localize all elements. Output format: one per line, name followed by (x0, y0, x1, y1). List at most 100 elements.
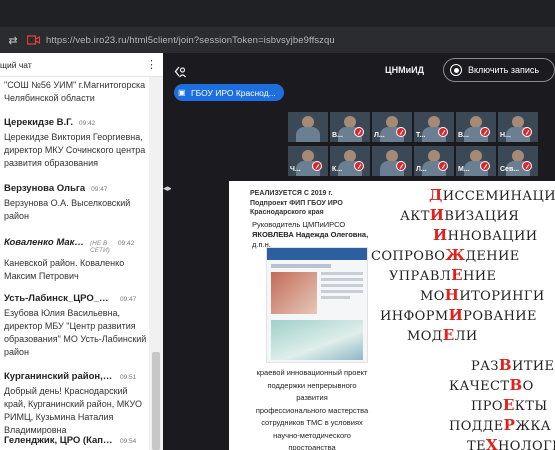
acrostic-word-list: ДИССЕМИНАЦИЯ АКТИВИЗАЦИЯ ИННОВАЦИИ СОПРО… (369, 181, 555, 450)
muted-icon (396, 127, 406, 137)
description-line: сотрудников ТМС в условиях (261, 418, 363, 427)
message-text: Верзунова О.А. Выселковский район (4, 198, 131, 221)
video-tile[interactable]: В... (330, 112, 370, 142)
description-line: краевой инновационный проект (256, 368, 368, 377)
chat-message: Курганинский район, Р... 09:51 Добрый де… (4, 371, 147, 437)
sender-name: Верзунова Ольга (4, 183, 86, 194)
sender-name: Усть-Лабинск_ЦРО_Ез... (4, 293, 114, 304)
acrostic-word: АКТИВИЗАЦИЯ (400, 206, 520, 224)
description-line: профессионального мастерства (255, 405, 369, 415)
chat-message-list[interactable]: "СОШ №56 УИМ" г.Магнитогорска Челябинско… (0, 77, 149, 450)
intro-line: РЕАЛИЗУЕТСЯ С 2019 г. (250, 190, 333, 197)
message-text: Добрый день! Краснодарский край, Кургани… (4, 386, 142, 435)
leave-session-icon[interactable] (174, 65, 188, 79)
video-tile[interactable]: Н... (498, 112, 538, 142)
meeting-title: ЦНМиИД (385, 65, 424, 75)
participant-name: М... (458, 166, 470, 173)
muted-icon (396, 161, 406, 171)
room-icon: ▣ (178, 88, 186, 97)
chat-message: Церекидзе В.Г. 09:42 Церекидзе Виктория … (4, 117, 147, 170)
acrostic-word: СОПРОВОЖДЕНИЕ (371, 246, 520, 264)
url-text[interactable]: https://veb.iro23.ru/html5client/join?se… (46, 35, 335, 46)
breakout-room-label: ГБОУ ИРО Краснод... (191, 87, 276, 98)
participant-name: Ч... (290, 166, 301, 173)
chat-message: Верзунова Ольга 09:47 Верзунова О.А. Выс… (4, 183, 147, 223)
video-tile[interactable] (372, 146, 412, 176)
muted-icon (522, 127, 532, 137)
sender-name: Коваленко Макс... (4, 237, 86, 248)
participant-name: В... (332, 132, 343, 139)
chat-header: щий чат ⋮ (0, 53, 163, 77)
acrostic-word: ТЕХНОЛОГИИ (467, 436, 555, 450)
chat-message: Коваленко Макс... (НЕ В СЕТИ) 09:42 Кане… (4, 237, 147, 283)
start-recording-button[interactable]: Включить запись (443, 58, 555, 82)
slide-left-column: РЕАЛИЗУЕТСЯ С 2019 г. Подпроект ФИП ГБОУ… (229, 181, 368, 450)
camera-icon[interactable] (26, 33, 40, 47)
message-text: Каневской район. Коваленко Максим Петров… (4, 258, 125, 281)
acrostic-word: УПРАВЛЕНИЕ (389, 266, 497, 284)
more-options-icon[interactable]: ⋮ (146, 58, 157, 71)
acrostic-word: ДИССЕМИНАЦИЯ (429, 186, 555, 204)
presentation-slide: РЕАЛИЗУЕТСЯ С 2019 г. Подпроект ФИП ГБОУ… (229, 181, 555, 450)
acrostic-word: ПОДДЕРЖКА (449, 416, 552, 434)
acrostic-word: МОНИТОРИНГИ (420, 286, 545, 304)
record-icon (450, 64, 462, 76)
muted-icon (354, 127, 364, 137)
chat-message: "СОШ №56 УИМ" г.Магнитогорска Челябинско… (4, 79, 147, 105)
video-tile[interactable]: Л... (372, 112, 412, 142)
muted-icon (522, 161, 532, 171)
description-line: развития (296, 393, 328, 402)
swap-icon[interactable]: ⇄ (6, 33, 20, 47)
record-label: Включить запись (468, 65, 540, 75)
muted-icon (480, 127, 490, 137)
video-tile[interactable]: Ч... (288, 146, 328, 176)
message-time: 09:54 (120, 438, 137, 445)
message-time: 09:42 (79, 120, 96, 127)
scrollbar-thumb[interactable] (152, 352, 160, 450)
video-tile[interactable]: Т... (414, 112, 454, 142)
breakout-room-pill[interactable]: ▣ ГБОУ ИРО Краснод... (174, 84, 284, 101)
acrostic-word: ИННОВАЦИИ (433, 226, 538, 244)
acrostic-word: КАЧЕСТВО (449, 376, 534, 394)
participant-name: Т... (416, 132, 426, 139)
muted-icon (438, 161, 448, 171)
muted-icon (480, 161, 490, 171)
description-line: пространства (288, 443, 336, 450)
chat-title: щий чат (0, 59, 32, 70)
participant-name: Сев... (500, 166, 520, 173)
video-tile[interactable]: В... (456, 112, 496, 142)
video-tile[interactable] (288, 112, 328, 142)
message-text: Церекидзе Виктория Георгиевна, директор … (4, 132, 146, 168)
acrostic-word: МОДЕЛИ (407, 326, 478, 344)
video-tile[interactable]: К... (330, 146, 370, 176)
lead-role: Руководитель ЦМПиИРСО (252, 220, 346, 229)
chat-message: Усть-Лабинск_ЦРО_Ез... 09:47 Езубова Юли… (4, 293, 147, 359)
slide-project-description: краевой инновационный проект поддержки н… (244, 367, 380, 450)
sender-name: Курганинский район, Р... (4, 371, 114, 382)
panel-resizer[interactable]: ◂▸ (163, 53, 172, 450)
screen: ⇄ https://veb.iro23.ru/html5client/join?… (0, 0, 555, 450)
acrostic-word: ИНФОРМИРОВАНИЕ (380, 306, 537, 324)
slide-intro: РЕАЛИЗУЕТСЯ С 2019 г. Подпроект ФИП ГБОУ… (250, 189, 343, 218)
description-line: научно-методического (273, 430, 351, 440)
participant-name: Л... (374, 132, 385, 139)
video-tile[interactable]: Сев... (498, 146, 538, 176)
chat-scrollbar[interactable] (149, 77, 163, 450)
message-text: Езубова Юлия Васильевна, директор МБУ "Ц… (4, 308, 147, 357)
sender-name: Геленджик, ЦРО (Капра... (4, 435, 114, 446)
offline-status: (НЕ В СЕТИ) (90, 240, 110, 254)
video-tile[interactable]: М... (456, 146, 496, 176)
address-bar[interactable]: ⇄ https://veb.iro23.ru/html5client/join?… (0, 27, 555, 53)
muted-icon (354, 161, 364, 171)
intro-line: Подпроект ФИП ГБОУ ИРО (250, 199, 343, 207)
video-tiles: В... Л... Т... В... Н... Ч... К... Л... … (288, 112, 550, 178)
message-time: 09:51 (120, 374, 137, 381)
message-time: 09:47 (91, 186, 108, 193)
participant-name: К... (332, 166, 343, 173)
message-time: 09:42 (118, 240, 135, 247)
acrostic-word: РАЗВИТИЕ (471, 356, 555, 374)
video-tile[interactable]: Л... (414, 146, 454, 176)
intro-line: Краснодарского края (250, 209, 324, 216)
public-chat-panel: щий чат ⋮ "СОШ №56 УИМ" г.Магнитогорска … (0, 53, 163, 450)
participant-name: В... (458, 132, 469, 139)
